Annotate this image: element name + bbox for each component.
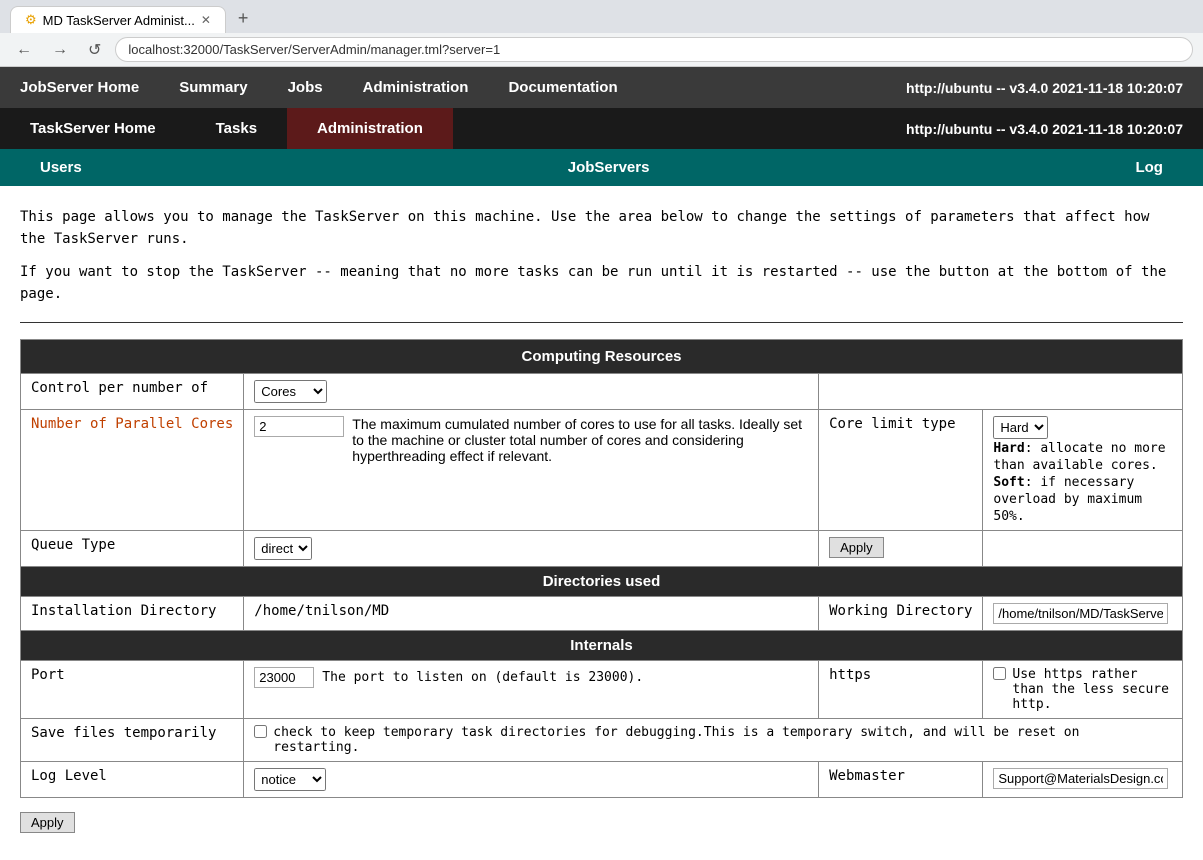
core-limit-type-label: Core limit type: [819, 409, 983, 530]
directories-header-row: Directories used: [21, 566, 1183, 596]
save-files-checkbox[interactable]: [254, 725, 267, 738]
webmaster-input[interactable]: [993, 768, 1168, 789]
core-limit-cell: Hard Soft Hard: allocate no more than av…: [983, 409, 1183, 530]
nav-jobservers[interactable]: JobServers: [528, 149, 690, 186]
internals-header-row: Internals: [21, 630, 1183, 660]
queue-type-row: Queue Type direct slurm pbs Apply: [21, 530, 1183, 566]
parallel-cores-cell: The maximum cumulated number of cores to…: [244, 409, 819, 530]
browser-tab[interactable]: ⚙ MD TaskServer Administ... ✕: [10, 6, 226, 33]
settings-table: Computing Resources Control per number o…: [20, 339, 1183, 798]
core-limit-hard-desc: Hard: allocate no more than available co…: [993, 441, 1165, 473]
https-checkbox[interactable]: [993, 667, 1006, 680]
queue-apply-cell: Apply: [819, 530, 983, 566]
nav-top: JobServer Home Summary Jobs Administrati…: [0, 67, 1203, 108]
working-dir-cell: [983, 596, 1183, 630]
port-input[interactable]: [254, 667, 314, 688]
install-dir-label: Installation Directory: [21, 596, 244, 630]
save-files-cell: check to keep temporary task directories…: [244, 718, 1183, 761]
address-bar: ← → ↺ localhost:32000/TaskServer/ServerA…: [0, 33, 1203, 67]
directories-header: Directories used: [21, 566, 1183, 596]
new-tab-button[interactable]: +: [230, 4, 257, 33]
control-empty: [819, 373, 1183, 409]
working-dir-input[interactable]: [993, 603, 1168, 624]
nav-summary[interactable]: Summary: [159, 67, 267, 108]
nav-top-left: JobServer Home Summary Jobs Administrati…: [0, 67, 638, 108]
port-desc: The port to listen on (default is 23000)…: [322, 670, 643, 685]
webmaster-cell: [983, 761, 1183, 797]
page-description-1: This page allows you to manage the TaskS…: [20, 206, 1183, 251]
https-label: https: [819, 660, 983, 718]
section-divider: [20, 322, 1183, 323]
tab-bar: ⚙ MD TaskServer Administ... ✕ +: [0, 0, 1203, 33]
nav-top-server-info: http://ubuntu -- v3.4.0 2021-11-18 10:20…: [886, 68, 1203, 108]
webmaster-label: Webmaster: [819, 761, 983, 797]
log-level-label: Log Level: [21, 761, 244, 797]
queue-empty: [983, 530, 1183, 566]
tab-close-button[interactable]: ✕: [201, 13, 211, 27]
forward-button[interactable]: →: [46, 39, 74, 61]
directories-row: Installation Directory /home/tnilson/MD …: [21, 596, 1183, 630]
parallel-cores-label: Number of Parallel Cores: [21, 409, 244, 530]
https-checkbox-row: Use https rather than the less secure ht…: [993, 667, 1172, 712]
control-row: Control per number of Cores Memory: [21, 373, 1183, 409]
parallel-cores-desc: The maximum cumulated number of cores to…: [352, 416, 808, 464]
save-files-row: Save files temporarily check to keep tem…: [21, 718, 1183, 761]
queue-type-label: Queue Type: [21, 530, 244, 566]
tab-title: MD TaskServer Administ...: [43, 13, 195, 28]
nav-third: Users JobServers Log: [0, 149, 1203, 186]
bottom-apply-button[interactable]: Apply: [20, 812, 75, 833]
save-files-desc: check to keep temporary task directories…: [273, 725, 1172, 755]
url-input[interactable]: localhost:32000/TaskServer/ServerAdmin/m…: [115, 37, 1193, 62]
https-cell: Use https rather than the less secure ht…: [983, 660, 1183, 718]
nav-jobs[interactable]: Jobs: [268, 67, 343, 108]
nav-log[interactable]: Log: [1095, 149, 1203, 186]
core-limit-soft-desc: Soft: if necessary overload by maximum 5…: [993, 475, 1142, 524]
computing-resources-header: Computing Resources: [21, 339, 1183, 373]
port-label: Port: [21, 660, 244, 718]
nav-taskserver-home[interactable]: TaskServer Home: [0, 108, 186, 149]
queue-apply-button[interactable]: Apply: [829, 537, 884, 558]
nav-documentation[interactable]: Documentation: [488, 67, 637, 108]
save-files-label: Save files temporarily: [21, 718, 244, 761]
queue-type-select[interactable]: direct slurm pbs: [254, 537, 312, 560]
queue-type-select-cell: direct slurm pbs: [244, 530, 819, 566]
page-description-2: If you want to stop the TaskServer -- me…: [20, 261, 1183, 306]
nav-jobserver-home[interactable]: JobServer Home: [0, 67, 159, 108]
working-dir-label: Working Directory: [819, 596, 983, 630]
core-limit-select[interactable]: Hard Soft: [993, 416, 1048, 439]
install-dir-value: /home/tnilson/MD: [244, 596, 819, 630]
log-level-select[interactable]: notice info debug warning error: [254, 768, 326, 791]
control-label: Control per number of: [21, 373, 244, 409]
nav-second-server-info: http://ubuntu -- v3.4.0 2021-11-18 10:20…: [886, 109, 1203, 149]
log-webmaster-row: Log Level notice info debug warning erro…: [21, 761, 1183, 797]
port-row: Port The port to listen on (default is 2…: [21, 660, 1183, 718]
parallel-cores-input[interactable]: [254, 416, 344, 437]
reload-button[interactable]: ↺: [82, 38, 107, 62]
port-cell: The port to listen on (default is 23000)…: [244, 660, 819, 718]
nav-administration[interactable]: Administration: [343, 67, 489, 108]
nav-second: TaskServer Home Tasks Administration htt…: [0, 108, 1203, 149]
nav-administration-active[interactable]: Administration: [287, 108, 453, 149]
computing-resources-header-row: Computing Resources: [21, 339, 1183, 373]
https-desc: Use https rather than the less secure ht…: [1012, 667, 1172, 712]
internals-header: Internals: [21, 630, 1183, 660]
tab-icon: ⚙: [25, 12, 37, 28]
bottom-apply-section: Apply: [20, 812, 1183, 833]
log-level-cell: notice info debug warning error: [244, 761, 819, 797]
nav-tasks[interactable]: Tasks: [186, 108, 287, 149]
main-content: This page allows you to manage the TaskS…: [0, 186, 1203, 853]
control-select[interactable]: Cores Memory: [254, 380, 327, 403]
save-files-checkbox-row: check to keep temporary task directories…: [254, 725, 1172, 755]
nav-users[interactable]: Users: [0, 149, 122, 186]
back-button[interactable]: ←: [10, 39, 38, 61]
parallel-cores-row: Number of Parallel Cores The maximum cum…: [21, 409, 1183, 530]
control-select-cell: Cores Memory: [244, 373, 819, 409]
